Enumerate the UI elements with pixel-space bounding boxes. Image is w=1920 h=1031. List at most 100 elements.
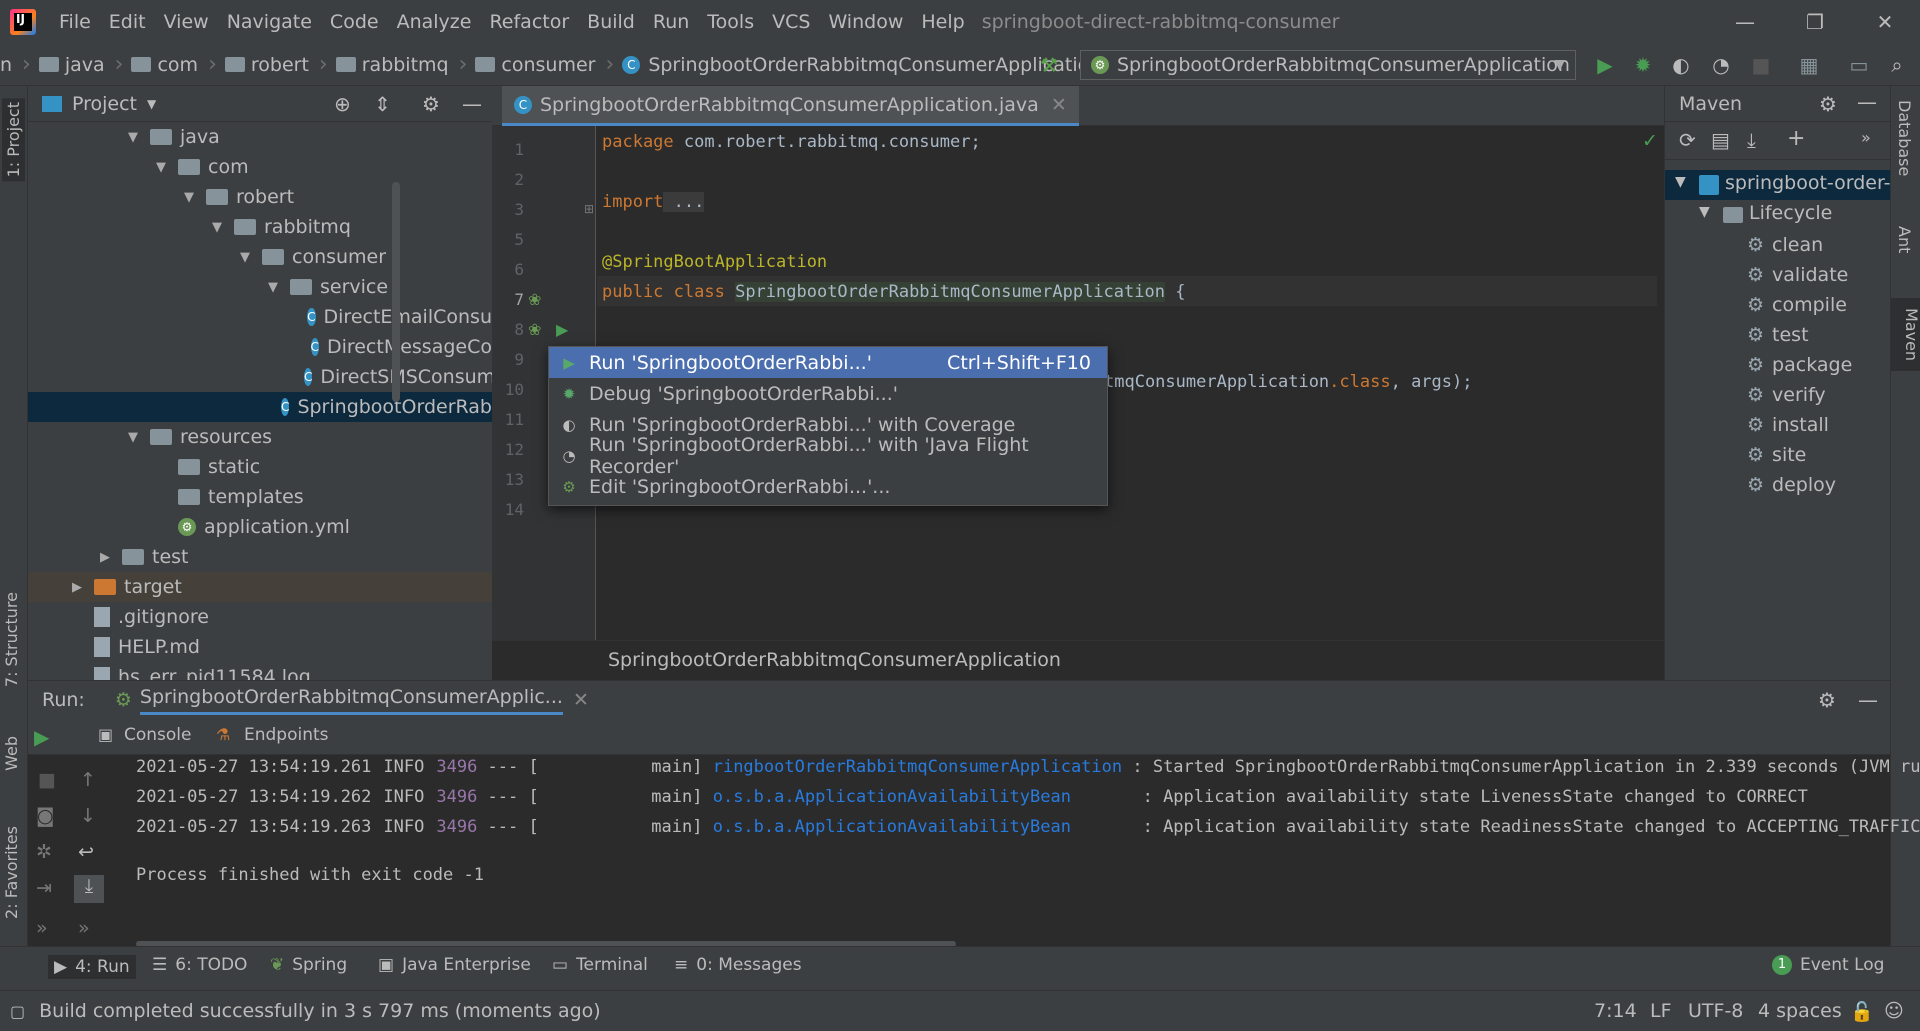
chevron-right-icon[interactable]: ▶ <box>100 550 114 565</box>
tab-console[interactable]: Console <box>124 725 192 745</box>
code-line-10[interactable]: tmqConsumerApplication.class, args); <box>1104 372 1472 392</box>
spring-bean-icon[interactable]: ❀ <box>528 290 541 309</box>
event-log-tab[interactable]: 1 Event Log <box>1772 955 1884 975</box>
indent-setting[interactable]: 4 spaces <box>1758 1000 1842 1022</box>
chevron-down-icon[interactable]: ▼ <box>240 250 254 265</box>
code-line-3[interactable]: import ... <box>602 192 705 212</box>
close-window-button[interactable]: ✕ <box>1852 0 1918 44</box>
tree-item[interactable]: templates <box>28 482 492 512</box>
coverage-icon[interactable]: ◐ <box>1668 52 1694 78</box>
popup-edit-config-item[interactable]: ⚙ Edit 'SpringbootOrderRabbi...'... <box>549 471 1107 502</box>
run-gutter-icon[interactable]: ▶ <box>556 320 568 339</box>
breadcrumb-consumer[interactable]: consumer <box>501 54 595 76</box>
tree-item[interactable]: ▼ consumer <box>28 242 492 272</box>
tab-database[interactable]: Database <box>1895 100 1914 176</box>
maven-root-row[interactable]: ▼ springboot-order-r <box>1665 170 1898 200</box>
tree-item[interactable]: C DirectSMSConsum <box>28 362 495 392</box>
tab-web[interactable]: Web <box>2 736 21 771</box>
console-logger[interactable]: ringbootOrderRabbitmqConsumerApplication <box>713 757 1122 777</box>
inspector-icon[interactable]: ☺ <box>1884 1000 1904 1022</box>
tree-scrollbar[interactable] <box>392 182 400 402</box>
chevron-down-icon[interactable]: ▼ <box>184 190 198 205</box>
more-icon[interactable]: » <box>78 917 90 939</box>
profiler-icon[interactable]: ◔ <box>1708 52 1734 78</box>
breadcrumb-robert[interactable]: robert <box>251 54 309 76</box>
breadcrumb-item[interactable]: n <box>0 54 12 76</box>
popup-run-item[interactable]: ▶ Run 'SpringbootOrderRabbi...' Ctrl+Shi… <box>549 347 1107 378</box>
chevron-down-icon[interactable]: ▼ <box>128 430 142 445</box>
tab-maven[interactable]: Maven <box>1891 298 1920 372</box>
breadcrumb-java[interactable]: java <box>65 54 105 76</box>
gear-icon[interactable]: ⚙ <box>422 92 440 116</box>
breadcrumb-class[interactable]: SpringbootOrderRabbitmqConsumerApplicati… <box>648 54 1101 76</box>
chevron-down-icon[interactable]: ▼ <box>128 130 142 145</box>
close-icon[interactable]: ✕ <box>573 689 589 711</box>
more-icon[interactable]: » <box>1861 128 1871 147</box>
rerun-icon[interactable]: ▶ <box>34 725 49 749</box>
code-line-6[interactable]: @SpringBootApplication <box>602 252 827 272</box>
menu-window[interactable]: Window <box>819 11 912 33</box>
tree-item[interactable]: C DirectMessageCo <box>28 332 492 362</box>
hide-icon[interactable]: — <box>462 92 482 116</box>
chevron-down-icon[interactable]: ▼ <box>268 280 282 295</box>
menu-build[interactable]: Build <box>578 11 644 33</box>
chevron-down-icon[interactable]: ▼ <box>147 97 156 111</box>
menu-tools[interactable]: Tools <box>698 11 763 33</box>
tree-item[interactable]: ▶ target <box>28 572 492 602</box>
gear-icon[interactable]: ⚙ <box>1818 688 1836 712</box>
run-tab-label[interactable]: SpringbootOrderRabbitmqConsumerApplic... <box>139 686 563 715</box>
maven-goal-verify[interactable]: ⚙ verify <box>1747 380 1826 410</box>
exit-icon[interactable]: ⇥ <box>36 877 52 899</box>
scroll-up-icon[interactable]: ↑ <box>80 769 96 791</box>
maven-goal-clean[interactable]: ⚙ clean <box>1747 230 1823 260</box>
chevron-down-icon[interactable]: ▼ <box>212 220 226 235</box>
console-logger[interactable]: o.s.b.a.ApplicationAvailabilityBean <box>713 817 1133 837</box>
footer-class-name[interactable]: SpringbootOrderRabbitmqConsumerApplicati… <box>608 649 1061 671</box>
add-icon[interactable]: + <box>1787 126 1805 151</box>
menu-navigate[interactable]: Navigate <box>218 11 321 33</box>
menu-help[interactable]: Help <box>912 11 973 33</box>
maven-lifecycle-row[interactable]: ▼ Lifecycle <box>1665 200 1891 230</box>
tab-messages[interactable]: ≡ 0: Messages <box>674 955 802 975</box>
locate-icon[interactable]: ⊕ <box>334 92 351 116</box>
terminal-window-icon[interactable]: ▭ <box>1846 52 1872 78</box>
minimize-button[interactable]: — <box>1712 0 1778 44</box>
code-line-1[interactable]: package com.robert.rabbitmq.consumer; <box>602 132 981 152</box>
lock-icon[interactable]: 🔓 <box>1850 1000 1874 1023</box>
search-icon[interactable]: ⌕ <box>1884 52 1910 78</box>
hide-icon[interactable]: — <box>1857 90 1877 114</box>
maven-goal-compile[interactable]: ⚙ compile <box>1747 290 1847 320</box>
tree-item[interactable]: ▼ java <box>28 122 492 152</box>
gear-icon[interactable]: ⚙ <box>1819 92 1837 116</box>
fold-icon[interactable]: ⊞ <box>584 202 594 216</box>
editor-tab[interactable]: C SpringbootOrderRabbitmqConsumerApplica… <box>502 86 1079 126</box>
tab-endpoints[interactable]: Endpoints <box>244 725 329 745</box>
console-logger[interactable]: o.s.b.a.ApplicationAvailabilityBean <box>713 787 1133 807</box>
tab-run[interactable]: ▶ 4: Run <box>48 955 136 979</box>
maven-goal-deploy[interactable]: ⚙ deploy <box>1747 470 1836 500</box>
chevron-right-icon[interactable]: ▶ <box>72 580 86 595</box>
more-icon[interactable]: » <box>36 917 48 939</box>
maven-goal-install[interactable]: ⚙ install <box>1747 410 1829 440</box>
tree-item[interactable]: ▶ test <box>28 542 492 572</box>
project-panel-title[interactable]: Project <box>72 93 137 115</box>
restore-button[interactable]: ❐ <box>1782 0 1848 44</box>
spring-bean-icon[interactable]: ❀ <box>528 320 541 339</box>
tab-ant[interactable]: Ant <box>1895 226 1914 253</box>
code-line-7[interactable]: public class SpringbootOrderRabbitmqCons… <box>602 282 1185 302</box>
menu-edit[interactable]: Edit <box>100 11 155 33</box>
popup-debug-item[interactable]: ✹ Debug 'SpringbootOrderRabbi...' <box>549 378 1107 409</box>
menu-view[interactable]: View <box>155 11 218 33</box>
download-icon[interactable]: ⤓ <box>1747 128 1756 152</box>
reload-icon[interactable]: ⟳ <box>1679 128 1696 152</box>
caret-position[interactable]: 7:14 <box>1594 1000 1637 1022</box>
debug-icon[interactable]: ✹ <box>1630 52 1656 78</box>
camera-icon[interactable]: ◙ <box>36 805 54 827</box>
menu-analyze[interactable]: Analyze <box>388 11 481 33</box>
stop-icon[interactable]: ■ <box>1748 52 1774 78</box>
stop-icon[interactable]: ■ <box>38 769 56 791</box>
tab-terminal[interactable]: ▭ Terminal <box>552 955 648 975</box>
tab-spring[interactable]: ❦ Spring <box>270 955 347 975</box>
hide-icon[interactable]: — <box>1858 688 1878 712</box>
maven-goal-test[interactable]: ⚙ test <box>1747 320 1809 350</box>
